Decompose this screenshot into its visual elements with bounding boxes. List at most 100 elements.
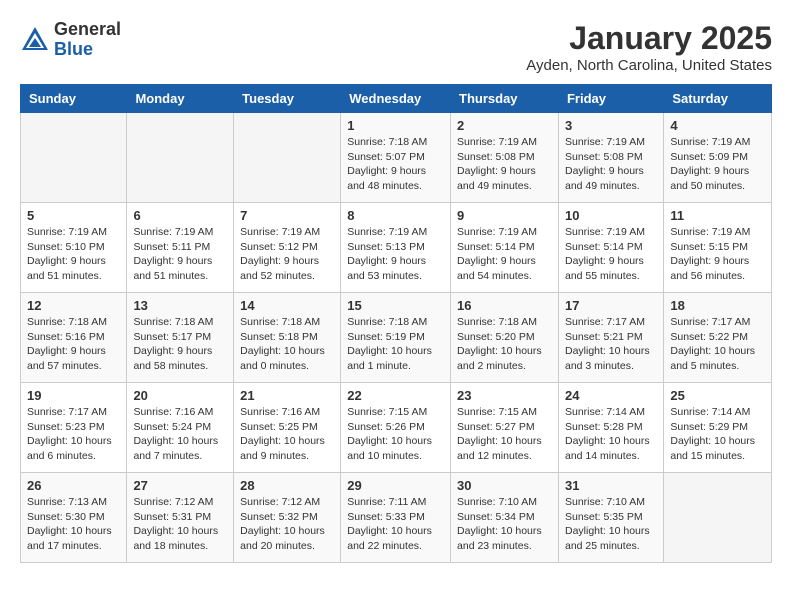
calendar-day-cell: 10 Sunrise: 7:19 AM Sunset: 5:14 PM Dayli… — [558, 203, 663, 293]
calendar-day-cell: 5 Sunrise: 7:19 AM Sunset: 5:10 PM Daylig… — [21, 203, 127, 293]
day-info: Sunrise: 7:19 AM Sunset: 5:11 PM Dayligh… — [133, 225, 227, 284]
weekday-header-friday: Friday — [558, 85, 663, 113]
day-info: Sunrise: 7:18 AM Sunset: 5:20 PM Dayligh… — [457, 315, 552, 374]
day-info: Sunrise: 7:10 AM Sunset: 5:34 PM Dayligh… — [457, 495, 552, 554]
day-info: Sunrise: 7:17 AM Sunset: 5:21 PM Dayligh… — [565, 315, 657, 374]
day-info: Sunrise: 7:15 AM Sunset: 5:26 PM Dayligh… — [347, 405, 444, 464]
day-number: 14 — [240, 298, 334, 313]
day-number: 7 — [240, 208, 334, 223]
day-info: Sunrise: 7:12 AM Sunset: 5:32 PM Dayligh… — [240, 495, 334, 554]
day-number: 28 — [240, 478, 334, 493]
day-info: Sunrise: 7:10 AM Sunset: 5:35 PM Dayligh… — [565, 495, 657, 554]
day-number: 13 — [133, 298, 227, 313]
calendar-day-cell: 9Sunrise: 7:19 AM Sunset: 5:14 PM Daylig… — [451, 203, 559, 293]
calendar-day-cell: 19Sunrise: 7:17 AM Sunset: 5:23 PM Dayli… — [21, 383, 127, 473]
calendar-week-row: 12 Sunrise: 7:18 AM Sunset: 5:16 PM Dayli… — [21, 293, 772, 383]
day-info: Sunrise: 7:19 AM Sunset: 5:08 PM Dayligh… — [565, 135, 657, 194]
calendar-week-row: 1 Sunrise: 7:18 AM Sunset: 5:07 PM Daylig… — [21, 113, 772, 203]
day-info: Sunrise: 7:19 AM Sunset: 5:14 PM Dayligh… — [457, 225, 552, 284]
weekday-header-saturday: Saturday — [664, 85, 772, 113]
logo: General Blue — [20, 20, 121, 60]
page-header: General Blue January 2025 Ayden, North C… — [20, 20, 772, 74]
calendar-day-cell: 25 Sunrise: 7:14 AM Sunset: 5:29 PM Dayli… — [664, 383, 772, 473]
day-number: 18 — [670, 298, 765, 313]
calendar-day-cell — [21, 113, 127, 203]
day-info: Sunrise: 7:16 AM Sunset: 5:24 PM Dayligh… — [133, 405, 227, 464]
calendar-week-row: 19Sunrise: 7:17 AM Sunset: 5:23 PM Dayli… — [21, 383, 772, 473]
calendar-day-cell: 22 Sunrise: 7:15 AM Sunset: 5:26 PM Dayli… — [341, 383, 451, 473]
calendar-day-cell: 28 Sunrise: 7:12 AM Sunset: 5:32 PM Dayli… — [234, 473, 341, 563]
day-info: Sunrise: 7:18 AM Sunset: 5:07 PM Dayligh… — [347, 135, 444, 194]
calendar-day-cell: 31 Sunrise: 7:10 AM Sunset: 5:35 PM Dayli… — [558, 473, 663, 563]
calendar-day-cell: 13Sunrise: 7:18 AM Sunset: 5:17 PM Dayli… — [127, 293, 234, 383]
day-number: 29 — [347, 478, 444, 493]
calendar-week-row: 26 Sunrise: 7:13 AM Sunset: 5:30 PM Dayli… — [21, 473, 772, 563]
day-number: 6 — [133, 208, 227, 223]
calendar-day-cell: 20 Sunrise: 7:16 AM Sunset: 5:24 PM Dayli… — [127, 383, 234, 473]
calendar-day-cell: 15 Sunrise: 7:18 AM Sunset: 5:19 PM Dayli… — [341, 293, 451, 383]
calendar-day-cell: 21Sunrise: 7:16 AM Sunset: 5:25 PM Dayli… — [234, 383, 341, 473]
day-info: Sunrise: 7:19 AM Sunset: 5:08 PM Dayligh… — [457, 135, 552, 194]
logo-blue-text: Blue — [54, 40, 121, 60]
day-info: Sunrise: 7:14 AM Sunset: 5:28 PM Dayligh… — [565, 405, 657, 464]
day-info: Sunrise: 7:11 AM Sunset: 5:33 PM Dayligh… — [347, 495, 444, 554]
calendar-day-cell: 17 Sunrise: 7:17 AM Sunset: 5:21 PM Dayli… — [558, 293, 663, 383]
calendar-day-cell: 8 Sunrise: 7:19 AM Sunset: 5:13 PM Daylig… — [341, 203, 451, 293]
calendar-day-cell: 6 Sunrise: 7:19 AM Sunset: 5:11 PM Daylig… — [127, 203, 234, 293]
day-number: 22 — [347, 388, 444, 403]
calendar-day-cell: 30 Sunrise: 7:10 AM Sunset: 5:34 PM Dayli… — [451, 473, 559, 563]
calendar-day-cell: 29 Sunrise: 7:11 AM Sunset: 5:33 PM Dayli… — [341, 473, 451, 563]
calendar-table: SundayMondayTuesdayWednesdayThursdayFrid… — [20, 84, 772, 563]
calendar-day-cell: 2Sunrise: 7:19 AM Sunset: 5:08 PM Daylig… — [451, 113, 559, 203]
calendar-day-cell — [127, 113, 234, 203]
day-number: 15 — [347, 298, 444, 313]
day-info: Sunrise: 7:14 AM Sunset: 5:29 PM Dayligh… — [670, 405, 765, 464]
day-number: 25 — [670, 388, 765, 403]
weekday-header-tuesday: Tuesday — [234, 85, 341, 113]
day-number: 26 — [27, 478, 120, 493]
day-number: 19 — [27, 388, 120, 403]
weekday-header-thursday: Thursday — [451, 85, 559, 113]
calendar-day-cell: 23Sunrise: 7:15 AM Sunset: 5:27 PM Dayli… — [451, 383, 559, 473]
day-number: 31 — [565, 478, 657, 493]
calendar-day-cell: 24Sunrise: 7:14 AM Sunset: 5:28 PM Dayli… — [558, 383, 663, 473]
day-info: Sunrise: 7:19 AM Sunset: 5:09 PM Dayligh… — [670, 135, 765, 194]
day-info: Sunrise: 7:16 AM Sunset: 5:25 PM Dayligh… — [240, 405, 334, 464]
day-info: Sunrise: 7:18 AM Sunset: 5:19 PM Dayligh… — [347, 315, 444, 374]
month-title: January 2025 — [526, 20, 772, 57]
calendar-day-cell: 26 Sunrise: 7:13 AM Sunset: 5:30 PM Dayli… — [21, 473, 127, 563]
calendar-week-row: 5 Sunrise: 7:19 AM Sunset: 5:10 PM Daylig… — [21, 203, 772, 293]
day-number: 17 — [565, 298, 657, 313]
calendar-day-cell: 4Sunrise: 7:19 AM Sunset: 5:09 PM Daylig… — [664, 113, 772, 203]
location-text: Ayden, North Carolina, United States — [526, 57, 772, 74]
day-info: Sunrise: 7:19 AM Sunset: 5:12 PM Dayligh… — [240, 225, 334, 284]
day-number: 20 — [133, 388, 227, 403]
day-number: 27 — [133, 478, 227, 493]
day-info: Sunrise: 7:19 AM Sunset: 5:13 PM Dayligh… — [347, 225, 444, 284]
day-number: 23 — [457, 388, 552, 403]
day-number: 10 — [565, 208, 657, 223]
day-info: Sunrise: 7:18 AM Sunset: 5:16 PM Dayligh… — [27, 315, 120, 374]
day-number: 1 — [347, 118, 444, 133]
calendar-day-cell: 16Sunrise: 7:18 AM Sunset: 5:20 PM Dayli… — [451, 293, 559, 383]
day-info: Sunrise: 7:19 AM Sunset: 5:10 PM Dayligh… — [27, 225, 120, 284]
day-info: Sunrise: 7:17 AM Sunset: 5:22 PM Dayligh… — [670, 315, 765, 374]
weekday-header-sunday: Sunday — [21, 85, 127, 113]
day-number: 5 — [27, 208, 120, 223]
day-number: 30 — [457, 478, 552, 493]
calendar-day-cell: 14Sunrise: 7:18 AM Sunset: 5:18 PM Dayli… — [234, 293, 341, 383]
calendar-day-cell — [234, 113, 341, 203]
calendar-day-cell: 18 Sunrise: 7:17 AM Sunset: 5:22 PM Dayli… — [664, 293, 772, 383]
weekday-header-monday: Monday — [127, 85, 234, 113]
day-number: 12 — [27, 298, 120, 313]
day-number: 8 — [347, 208, 444, 223]
day-info: Sunrise: 7:13 AM Sunset: 5:30 PM Dayligh… — [27, 495, 120, 554]
day-info: Sunrise: 7:19 AM Sunset: 5:14 PM Dayligh… — [565, 225, 657, 284]
weekday-header-row: SundayMondayTuesdayWednesdayThursdayFrid… — [21, 85, 772, 113]
day-info: Sunrise: 7:12 AM Sunset: 5:31 PM Dayligh… — [133, 495, 227, 554]
calendar-day-cell: 12 Sunrise: 7:18 AM Sunset: 5:16 PM Dayli… — [21, 293, 127, 383]
logo-icon — [20, 25, 50, 55]
calendar-day-cell: 3Sunrise: 7:19 AM Sunset: 5:08 PM Daylig… — [558, 113, 663, 203]
calendar-day-cell: 11Sunrise: 7:19 AM Sunset: 5:15 PM Dayli… — [664, 203, 772, 293]
weekday-header-wednesday: Wednesday — [341, 85, 451, 113]
